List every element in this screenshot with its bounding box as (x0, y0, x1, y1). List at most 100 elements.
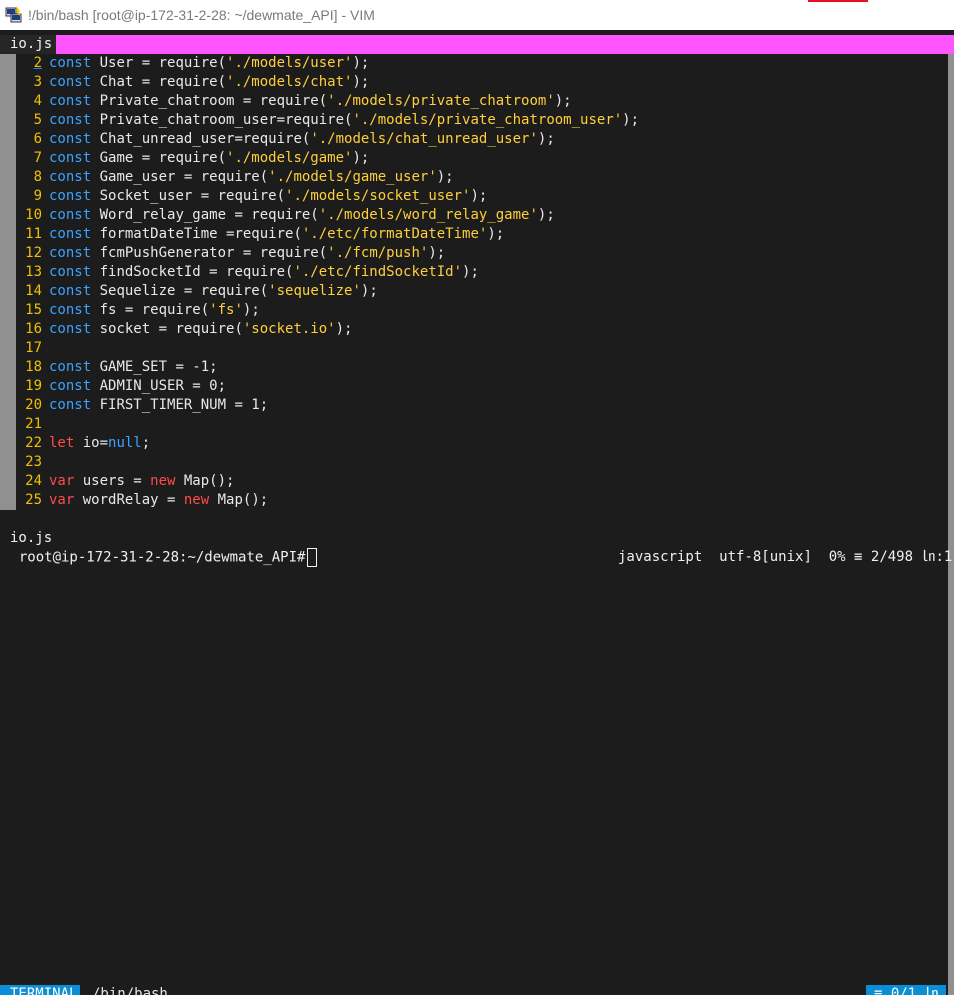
code-token: const (49, 359, 92, 375)
code-line[interactable]: 11 const formatDateTime =require('./etc/f… (16, 225, 504, 244)
code-token: findSocketId = require( (91, 264, 294, 280)
line-number: 17 (25, 340, 42, 356)
code-token: ); (462, 264, 479, 280)
status-position: ≡ 2/498 ㏑:1 (854, 549, 953, 565)
code-line[interactable]: 25 var wordRelay = new Map(); (16, 491, 268, 510)
code-line[interactable]: 22 let io=null; (16, 434, 150, 453)
code-token: const (49, 397, 92, 413)
sign-column (0, 54, 16, 510)
window-titlebar: !/bin/bash [root@ip-172-31-2-28: ~/dewma… (0, 0, 954, 30)
code-token: const (49, 321, 92, 337)
terminal-position: ≡ 0/1 ㏑ (866, 985, 946, 995)
code-token: FIRST_TIMER_NUM = 1; (91, 397, 269, 413)
prompt-text: root@ip-172-31-2-28:~/dewmate_API# (18, 549, 306, 566)
terminal-prompt[interactable]: root@ip-172-31-2-28:~/dewmate_API# (2, 529, 318, 567)
code-line[interactable]: 18 const GAME_SET = -1; (16, 358, 217, 377)
status-right: javascript utf-8[unix] 0% ≡ 2/498 ㏑:1 (618, 548, 952, 567)
code-token: './models/game_user' (268, 169, 437, 185)
shell-name: /bin/bash (92, 986, 168, 995)
code-line[interactable]: 16 const socket = require('socket.io'); (16, 320, 352, 339)
code-line[interactable]: 6 const Chat_unread_user=require('./model… (16, 130, 555, 149)
code-token: './models/socket_user' (285, 188, 471, 204)
code-token: const (49, 169, 92, 185)
code-token: formatDateTime =require( (91, 226, 302, 242)
window-scrollbar[interactable] (948, 54, 954, 995)
code-token: 'sequelize' (268, 283, 361, 299)
code-line[interactable]: 4 const Private_chatroom = require('./mod… (16, 92, 572, 111)
code-token: const (49, 302, 92, 318)
code-token: users = (74, 473, 151, 489)
code-token: socket = require( (91, 321, 243, 337)
code-token: './fcm/push' (327, 245, 429, 261)
line-number: 23 (25, 454, 42, 470)
code-token: './etc/findSocketId' (293, 264, 463, 280)
code-token: ); (335, 321, 353, 337)
code-token: io= (74, 435, 109, 451)
code-line[interactable]: 17 (16, 339, 49, 358)
code-token: const (49, 226, 92, 242)
code-token: ADMIN_USER = 0; (91, 378, 227, 394)
code-token: Socket_user = require( (91, 188, 286, 204)
code-token: const (49, 264, 92, 280)
terminal-mode-label: TERMINAL (0, 985, 80, 995)
code-token: ); (352, 150, 370, 166)
code-token: './models/chat' (226, 74, 353, 90)
code-line[interactable]: 15 const fs = require('fs'); (16, 301, 260, 320)
line-number: 6 (33, 131, 42, 147)
code-line[interactable]: 23 (16, 453, 49, 472)
code-token: ); (352, 55, 370, 71)
code-line[interactable]: 7 const Game = require('./models/game'); (16, 149, 370, 168)
code-token: ); (537, 131, 555, 147)
line-number: 13 (25, 264, 42, 280)
code-token: './models/word_relay_game' (318, 207, 538, 223)
bottom-statusline: TERMINAL /bin/bash ≡ 0/1 ㏑ (0, 985, 954, 995)
code-token: Game_user = require( (91, 169, 269, 185)
code-token: ); (242, 302, 260, 318)
code-token: './etc/formatDateTime' (301, 226, 488, 242)
vim-tabline: io.js (0, 35, 954, 54)
code-token: User = require( (91, 55, 227, 71)
code-line[interactable]: 8 const Game_user = require('./models/gam… (16, 168, 454, 187)
code-token: Map(); (175, 473, 235, 489)
code-token: const (49, 131, 92, 147)
line-number: 22 (25, 435, 42, 451)
code-token: let (49, 435, 75, 451)
code-token: './models/user' (226, 55, 353, 71)
code-line[interactable]: 2 const User = require('./models/user'); (16, 54, 370, 73)
code-token: var (49, 473, 75, 489)
code-token: const (49, 74, 92, 90)
window-title: !/bin/bash [root@ip-172-31-2-28: ~/dewma… (28, 7, 375, 23)
line-number: 2 (33, 55, 42, 71)
code-line[interactable]: 24 var users = new Map(); (16, 472, 234, 491)
code-line[interactable]: 13 const findSocketId = require('./etc/fi… (16, 263, 479, 282)
code-token: const (49, 283, 92, 299)
code-line[interactable]: 21 (16, 415, 49, 434)
code-token: 'socket.io' (242, 321, 336, 337)
status-percent: 0% (828, 549, 846, 565)
code-line[interactable]: 5 const Private_chatroom_user=require('./… (16, 111, 639, 130)
code-line[interactable]: 20 const FIRST_TIMER_NUM = 1; (16, 396, 268, 415)
close-button-edge[interactable] (808, 0, 868, 2)
line-number: 20 (25, 397, 42, 413)
code-line[interactable]: 9 const Socket_user = require('./models/s… (16, 187, 488, 206)
code-token: wordRelay = (74, 492, 184, 508)
line-number: 3 (33, 74, 42, 90)
code-token: const (49, 150, 92, 166)
code-token: Game = require( (91, 150, 227, 166)
code-line[interactable]: 19 const ADMIN_USER = 0; (16, 377, 226, 396)
code-line[interactable]: 3 const Chat = require('./models/chat'); (16, 73, 370, 92)
line-number: 10 (25, 207, 42, 223)
line-number: 11 (25, 226, 42, 242)
code-token: ); (436, 169, 454, 185)
code-token: ); (554, 93, 572, 109)
code-token: 'fs' (209, 302, 243, 318)
code-token: './models/private_chatroom_user' (352, 112, 623, 128)
tab-io-js[interactable]: io.js (0, 35, 56, 54)
line-number: 9 (33, 188, 42, 204)
code-token: const (49, 112, 92, 128)
code-line[interactable]: 12 const fcmPushGenerator = require('./fc… (16, 244, 445, 263)
code-token: Chat_unread_user=require( (91, 131, 311, 147)
code-line[interactable]: 14 const Sequelize = require('sequelize')… (16, 282, 378, 301)
code-token: ); (360, 283, 378, 299)
code-line[interactable]: 10 const Word_relay_game = require('./mod… (16, 206, 555, 225)
